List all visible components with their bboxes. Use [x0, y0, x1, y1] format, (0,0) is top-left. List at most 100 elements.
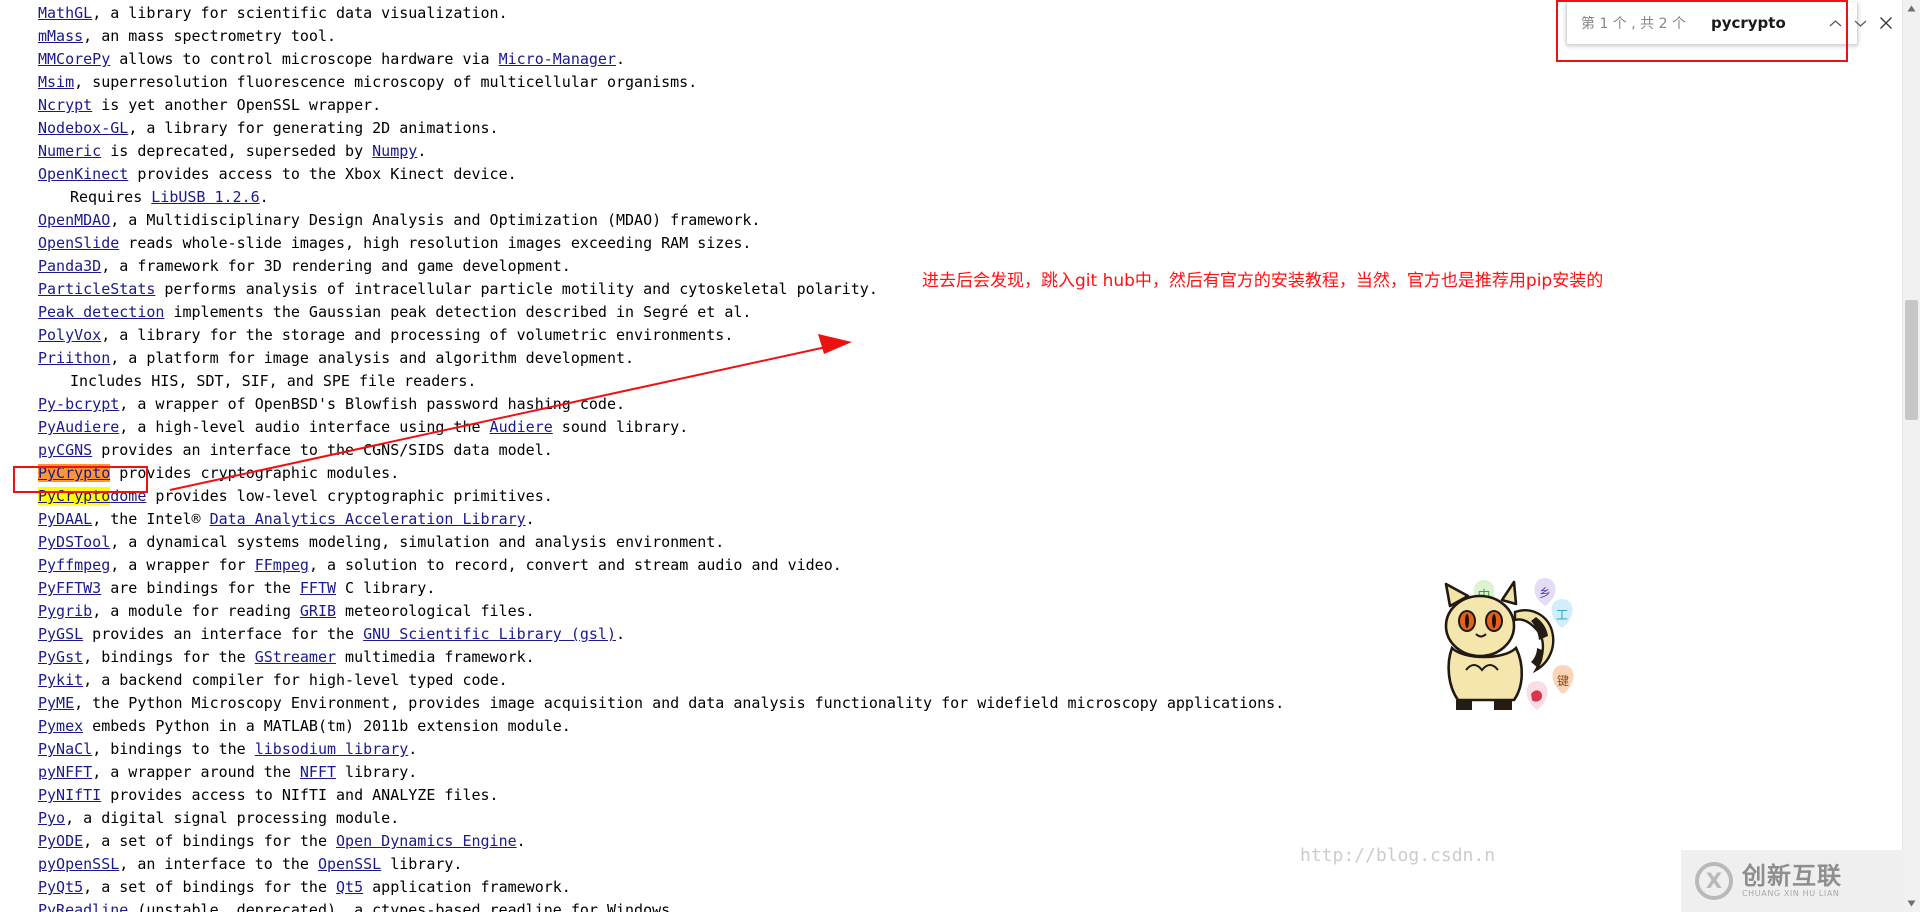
- package-description: application framework.: [363, 878, 571, 896]
- package-description: reads whole-slide images, high resolutio…: [119, 234, 752, 252]
- package-description: , the Python Microscopy Environment, pro…: [74, 694, 1285, 712]
- vertical-scrollbar[interactable]: [1902, 0, 1920, 912]
- package-link[interactable]: mMass: [38, 27, 83, 45]
- package-line: Pymex embeds Python in a MATLAB(tm) 2011…: [0, 715, 1900, 738]
- package-description: , a wrapper of OpenBSD's Blowfish passwo…: [119, 395, 626, 413]
- package-link[interactable]: LibUSB 1.2.6: [151, 188, 259, 206]
- package-link[interactable]: Audiere: [490, 418, 553, 436]
- package-link[interactable]: Pyffmpeg: [38, 556, 110, 574]
- package-line: PyDAAL, the Intel® Data Analytics Accele…: [0, 508, 1900, 531]
- package-link[interactable]: PyME: [38, 694, 74, 712]
- package-description: provides access to NIfTI and ANALYZE fil…: [101, 786, 499, 804]
- package-link[interactable]: Panda3D: [38, 257, 101, 275]
- package-link[interactable]: PyNIfTI: [38, 786, 101, 804]
- find-previous-button[interactable]: [1823, 8, 1848, 38]
- package-line: PyAudiere, a high-level audio interface …: [0, 416, 1900, 439]
- package-link[interactable]: PyNaCl: [38, 740, 92, 758]
- package-description: , a wrapper around the: [92, 763, 300, 781]
- package-link[interactable]: PolyVox: [38, 326, 101, 344]
- package-link[interactable]: Open Dynamics Engine: [336, 832, 517, 850]
- package-description: provides cryptographic modules.: [110, 464, 400, 482]
- find-close-button[interactable]: [1873, 8, 1899, 38]
- package-link[interactable]: Data Analytics Acceleration Library: [210, 510, 526, 528]
- package-link[interactable]: FFTW: [300, 579, 336, 597]
- package-link[interactable]: PyODE: [38, 832, 83, 850]
- package-line: PyGst, bindings for the GStreamer multim…: [0, 646, 1900, 669]
- package-link[interactable]: OpenMDAO: [38, 211, 110, 229]
- package-line: PyQt5, a set of bindings for the Qt5 app…: [0, 876, 1900, 899]
- package-link[interactable]: Qt5: [336, 878, 363, 896]
- package-description: provides low-level cryptographic primiti…: [146, 487, 553, 505]
- package-line: Peak detection implements the Gaussian p…: [0, 301, 1900, 324]
- package-link[interactable]: GRIB: [300, 602, 336, 620]
- package-link[interactable]: Micro-Manager: [499, 50, 616, 68]
- package-description: , a dynamical systems modeling, simulati…: [110, 533, 725, 551]
- package-description: , the Intel®: [92, 510, 210, 528]
- package-link[interactable]: PyDSTool: [38, 533, 110, 551]
- package-link[interactable]: PyAudiere: [38, 418, 119, 436]
- package-description: library.: [381, 855, 463, 873]
- package-link[interactable]: MMCorePy: [38, 50, 110, 68]
- watermark-name-pinyin: CHUANG XIN HU LIAN: [1742, 889, 1840, 899]
- package-link[interactable]: pyNFFT: [38, 763, 92, 781]
- package-link[interactable]: OpenSlide: [38, 234, 119, 252]
- package-link[interactable]: PyDAAL: [38, 510, 92, 528]
- package-link[interactable]: Pykit: [38, 671, 83, 689]
- package-link[interactable]: pyCGNS: [38, 441, 92, 459]
- package-link[interactable]: libsodium library: [255, 740, 409, 758]
- scroll-up-button[interactable]: [1903, 0, 1920, 17]
- package-link[interactable]: PyGst: [38, 648, 83, 666]
- watermark-logo-icon: X: [1695, 862, 1733, 900]
- chevron-up-icon: [1829, 19, 1842, 26]
- package-link[interactable]: OpenSSL: [318, 855, 381, 873]
- package-description: are bindings for the: [101, 579, 300, 597]
- package-link[interactable]: Py-bcrypt: [38, 395, 119, 413]
- package-link[interactable]: Numeric: [38, 142, 101, 160]
- package-description: .: [417, 142, 427, 160]
- package-link[interactable]: Msim: [38, 73, 74, 91]
- package-description: , bindings to the: [92, 740, 255, 758]
- package-link[interactable]: PyFFTW3: [38, 579, 101, 597]
- find-next-button[interactable]: [1848, 8, 1873, 38]
- package-link[interactable]: PyReadline: [38, 901, 128, 912]
- package-link[interactable]: dome: [110, 487, 146, 505]
- package-link[interactable]: Nodebox-GL: [38, 119, 128, 137]
- package-link[interactable]: Pyo: [38, 809, 65, 827]
- package-link[interactable]: Ncrypt: [38, 96, 92, 114]
- package-description: .: [615, 50, 626, 68]
- scroll-down-button[interactable]: [1903, 895, 1920, 912]
- find-in-page-bar: 第 1 个 , 共 2 个: [1556, 0, 1892, 62]
- package-line: PyFFTW3 are bindings for the FFTW C libr…: [0, 577, 1900, 600]
- package-line: PyDSTool, a dynamical systems modeling, …: [0, 531, 1900, 554]
- package-link[interactable]: NFFT: [300, 763, 336, 781]
- package-description: .: [616, 625, 626, 643]
- package-link[interactable]: FFmpeg: [255, 556, 309, 574]
- package-line: pyCGNS provides an interface to the CGNS…: [0, 439, 1900, 462]
- package-link[interactable]: Peak detection: [38, 303, 164, 321]
- package-link[interactable]: OpenKinect: [38, 165, 128, 183]
- blog-url-watermark: http://blog.csdn.n: [1300, 845, 1496, 866]
- package-line: Pyo, a digital signal processing module.: [0, 807, 1900, 830]
- search-match-current[interactable]: PyCrypto: [38, 464, 111, 482]
- package-link[interactable]: GNU Scientific Library (gsl): [363, 625, 616, 643]
- package-link[interactable]: Priithon: [38, 349, 110, 367]
- search-match[interactable]: PyCrypto: [38, 487, 111, 505]
- package-link[interactable]: Pymex: [38, 717, 83, 735]
- package-line: Pyffmpeg, a wrapper for FFmpeg, a soluti…: [0, 554, 1900, 577]
- package-description: , an interface to the: [119, 855, 318, 873]
- package-link[interactable]: GStreamer: [255, 648, 336, 666]
- scrollbar-thumb[interactable]: [1905, 300, 1918, 420]
- package-description: provides access to the Xbox Kinect devic…: [128, 165, 517, 183]
- package-link[interactable]: MathGL: [38, 4, 92, 22]
- package-line: OpenKinect provides access to the Xbox K…: [0, 163, 1900, 186]
- package-link[interactable]: PyQt5: [38, 878, 83, 896]
- package-link[interactable]: Pygrib: [38, 602, 92, 620]
- package-link[interactable]: pyOpenSSL: [38, 855, 119, 873]
- package-description: , bindings for the: [83, 648, 255, 666]
- package-link[interactable]: Numpy: [372, 142, 417, 160]
- package-line: PyME, the Python Microscopy Environment,…: [0, 692, 1900, 715]
- find-input[interactable]: [1696, 14, 1823, 32]
- package-description: , a library for the storage and processi…: [101, 326, 734, 344]
- package-link[interactable]: PyGSL: [38, 625, 83, 643]
- package-link[interactable]: ParticleStats: [38, 280, 155, 298]
